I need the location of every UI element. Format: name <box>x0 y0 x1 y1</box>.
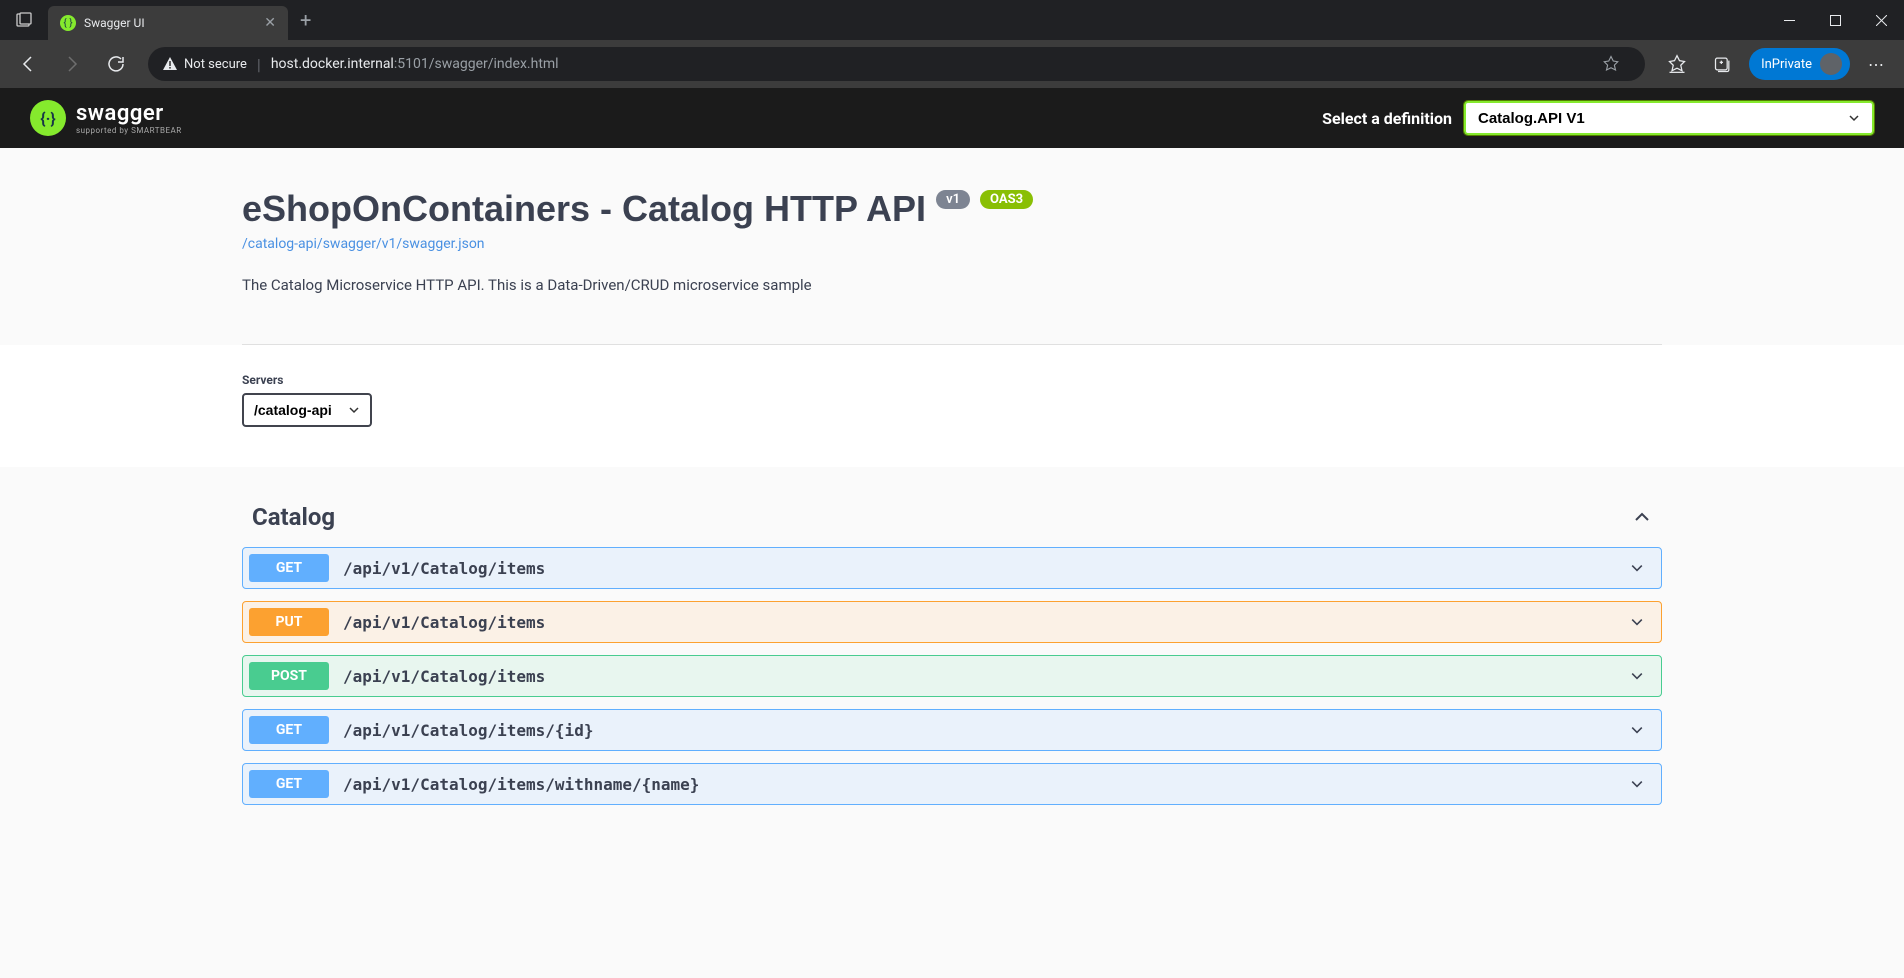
swagger-favicon-icon: { } <box>60 15 76 31</box>
toolbar-right: InPrivate ⋯ <box>1657 44 1896 84</box>
read-aloud-icon[interactable] <box>1591 44 1631 84</box>
operation-block[interactable]: PUT/api/v1/Catalog/items <box>242 601 1662 643</box>
collections-icon[interactable] <box>1703 44 1743 84</box>
swagger-header: {·} swagger supported by SMARTBEAR Selec… <box>0 88 1904 148</box>
chevron-down-icon <box>1629 668 1645 684</box>
servers-label: Servers <box>242 373 1662 387</box>
api-info-section: eShopOnContainers - Catalog HTTP API v1 … <box>242 148 1662 345</box>
close-window-button[interactable] <box>1858 0 1904 40</box>
tab-title: Swagger UI <box>84 16 256 30</box>
api-title: eShopOnContainers - Catalog HTTP API <box>242 188 926 230</box>
method-badge: GET <box>249 554 329 582</box>
favorites-icon[interactable] <box>1657 44 1697 84</box>
url-divider: | <box>257 55 261 74</box>
definition-select[interactable]: Catalog.API V1 <box>1464 101 1874 135</box>
api-description: The Catalog Microservice HTTP API. This … <box>242 276 1662 294</box>
operation-path: /api/v1/Catalog/items/withname/{name} <box>343 775 1629 794</box>
forward-button[interactable] <box>52 44 92 84</box>
warning-icon <box>162 56 178 72</box>
address-bar[interactable]: Not secure | host.docker.internal:5101/s… <box>148 47 1645 81</box>
operation-path: /api/v1/Catalog/items <box>343 613 1629 632</box>
method-badge: POST <box>249 662 329 690</box>
method-badge: PUT <box>249 608 329 636</box>
chevron-down-icon <box>1629 722 1645 738</box>
security-badge[interactable]: Not secure <box>162 56 247 72</box>
operation-block[interactable]: GET/api/v1/Catalog/items/{id} <box>242 709 1662 751</box>
swagger-logo-subtitle: supported by SMARTBEAR <box>76 126 182 135</box>
tab-actions-button[interactable] <box>0 0 48 40</box>
close-tab-icon[interactable]: ✕ <box>264 15 276 31</box>
tag-name: Catalog <box>252 503 1632 531</box>
security-text: Not secure <box>184 57 247 72</box>
inprivate-badge[interactable]: InPrivate <box>1749 48 1850 80</box>
swagger-logo-text: swagger <box>76 101 182 126</box>
spec-link[interactable]: /catalog-api/swagger/v1/swagger.json <box>242 236 485 252</box>
operation-path: /api/v1/Catalog/items <box>343 559 1629 578</box>
url-text: host.docker.internal:5101/swagger/index.… <box>271 56 559 72</box>
operation-path: /api/v1/Catalog/items <box>343 667 1629 686</box>
swagger-logo-icon: {·} <box>30 100 66 136</box>
operation-block[interactable]: POST/api/v1/Catalog/items <box>242 655 1662 697</box>
back-button[interactable] <box>8 44 48 84</box>
chevron-down-icon <box>1629 614 1645 630</box>
servers-select[interactable]: /catalog-api <box>242 393 372 427</box>
servers-section: Servers /catalog-api <box>242 345 1662 467</box>
operation-block[interactable]: GET/api/v1/Catalog/items/withname/{name} <box>242 763 1662 805</box>
more-menu-icon[interactable]: ⋯ <box>1856 44 1896 84</box>
browser-nav-bar: Not secure | host.docker.internal:5101/s… <box>0 40 1904 88</box>
oas-badge: OAS3 <box>980 190 1033 209</box>
minimize-button[interactable] <box>1766 0 1812 40</box>
method-badge: GET <box>249 716 329 744</box>
swagger-logo[interactable]: {·} swagger supported by SMARTBEAR <box>30 100 182 136</box>
browser-tab[interactable]: { } Swagger UI ✕ <box>48 6 288 40</box>
refresh-button[interactable] <box>96 44 136 84</box>
tag-header[interactable]: Catalog <box>242 487 1662 547</box>
definition-section: Select a definition Catalog.API V1 <box>1322 101 1874 135</box>
maximize-button[interactable] <box>1812 0 1858 40</box>
operation-block[interactable]: GET/api/v1/Catalog/items <box>242 547 1662 589</box>
tag-section: Catalog GET/api/v1/Catalog/itemsPUT/api/… <box>242 467 1662 805</box>
chevron-down-icon <box>1629 560 1645 576</box>
avatar-icon <box>1820 53 1842 75</box>
browser-tab-bar: { } Swagger UI ✕ + <box>0 0 1904 40</box>
chevron-up-icon <box>1632 507 1652 527</box>
new-tab-button[interactable]: + <box>288 8 323 32</box>
window-controls <box>1766 0 1904 40</box>
chevron-down-icon <box>1629 776 1645 792</box>
definition-label: Select a definition <box>1322 109 1452 128</box>
version-badge: v1 <box>936 190 970 209</box>
method-badge: GET <box>249 770 329 798</box>
operation-path: /api/v1/Catalog/items/{id} <box>343 721 1629 740</box>
operations-list: GET/api/v1/Catalog/itemsPUT/api/v1/Catal… <box>242 547 1662 805</box>
